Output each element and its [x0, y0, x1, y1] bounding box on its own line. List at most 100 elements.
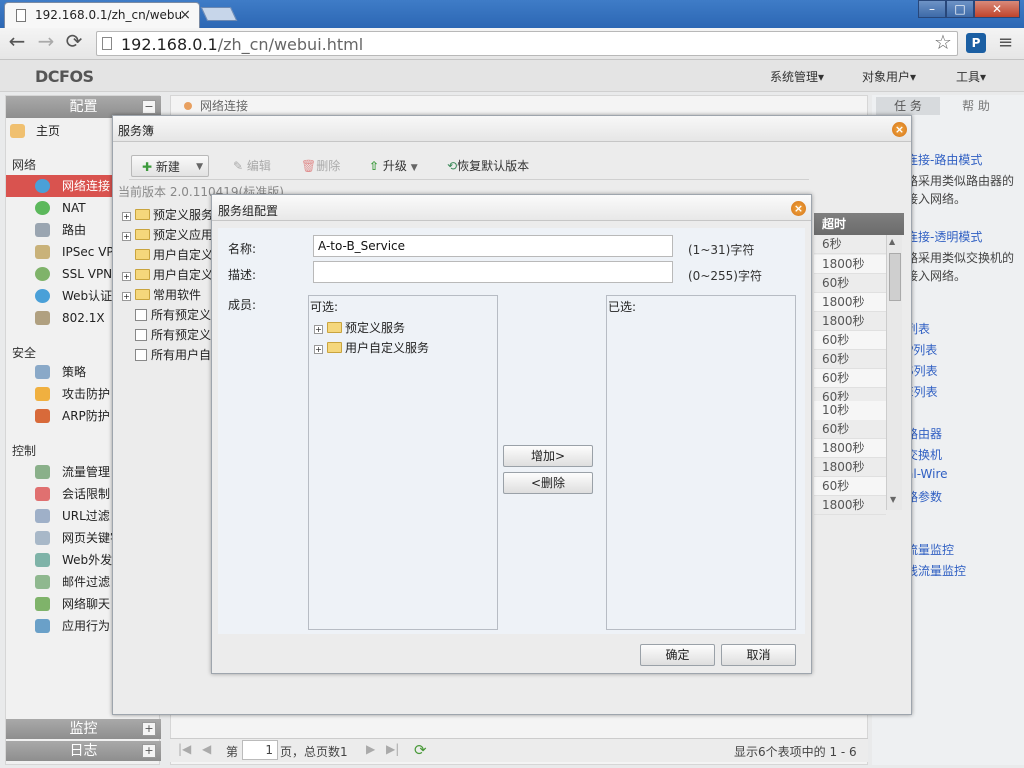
delete-label: 删除: [316, 159, 341, 173]
task-link[interactable]: 线流量监控: [906, 562, 966, 579]
first-page-icon[interactable]: |◀: [178, 742, 191, 756]
breadcrumb-dot-icon: [184, 102, 192, 110]
tab-help[interactable]: 帮 助: [944, 97, 1008, 115]
expand-icon[interactable]: +: [314, 325, 323, 334]
service-tree-item-label: 用户自定义: [153, 248, 214, 262]
browser-tab[interactable]: 192.168.0.1/zh_cn/webu ×: [4, 2, 200, 28]
tab-tasks[interactable]: 任 务: [876, 97, 940, 115]
expand-monitor-icon[interactable]: +: [142, 722, 156, 736]
remove-member-button[interactable]: <删除: [503, 472, 593, 494]
scroll-thumb[interactable]: [889, 253, 901, 301]
ok-button[interactable]: 确定: [640, 644, 715, 666]
task-link[interactable]: al-Wire: [906, 467, 948, 481]
edit-button[interactable]: ✎ 编辑: [233, 155, 271, 177]
new-tab-button[interactable]: [200, 7, 238, 21]
policy-icon: [35, 365, 50, 379]
task-link[interactable]: 连接-路由模式: [906, 151, 982, 168]
collapse-icon[interactable]: −: [142, 100, 156, 114]
route-icon: [35, 223, 50, 237]
session-icon: [35, 487, 50, 501]
service-tree-item[interactable]: + 预定义服务: [122, 205, 213, 225]
service-book-close-icon[interactable]: ×: [892, 122, 907, 137]
restore-label: 恢复默认版本: [457, 159, 530, 173]
task-link[interactable]: 连接-透明模式: [906, 228, 982, 245]
available-item-predefined[interactable]: + 预定义服务: [314, 318, 405, 338]
menu-tools[interactable]: 工具▾: [956, 68, 986, 85]
list-doc-icon: [135, 349, 147, 361]
folder-icon: [327, 322, 342, 333]
available-list[interactable]: 可选: + 预定义服务 + 用户自定义服务: [308, 295, 498, 630]
expand-log-icon[interactable]: +: [142, 744, 156, 758]
scroll-down-icon[interactable]: ▼: [890, 495, 896, 504]
name-input[interactable]: [313, 235, 673, 257]
page-number-input[interactable]: 1: [242, 740, 278, 760]
description-input[interactable]: [313, 261, 673, 283]
pager-summary: 显示6个表项中的 1 - 6: [734, 745, 857, 759]
table-cell: 10秒: [814, 401, 886, 420]
service-tree-item[interactable]: 所有预定义: [122, 305, 211, 325]
pager-bar: |◀ ◀ 第 1 页，总页数1 ▶ ▶| ⟳ 显示6个表项中的 1 - 6: [170, 738, 868, 762]
menu-system-management[interactable]: 系统管理▾: [770, 68, 824, 85]
maximize-button[interactable]: □: [946, 0, 974, 18]
table-cell: 60秒: [814, 420, 886, 439]
available-item-user-defined[interactable]: + 用户自定义服务: [314, 338, 429, 358]
expand-icon[interactable]: +: [314, 345, 323, 354]
expand-icon[interactable]: +: [122, 212, 131, 221]
service-tree-item[interactable]: 所有用户自: [122, 345, 211, 365]
new-button[interactable]: ✚ 新建 ▼: [131, 155, 209, 177]
8021x-icon: [35, 311, 50, 325]
page-suffix: 页，总页数1: [280, 745, 348, 759]
back-icon[interactable]: ←: [5, 30, 29, 54]
delete-button[interactable]: 🗑删除: [301, 155, 340, 177]
log-section-header[interactable]: 日志: [6, 741, 161, 761]
table-cell: 1800秒: [814, 312, 886, 331]
service-tree-item-label: 预定义应用: [153, 228, 214, 242]
service-tree-item[interactable]: + 常用软件: [122, 285, 201, 305]
bookmark-star-icon[interactable]: ☆: [934, 30, 952, 54]
grid-scrollbar[interactable]: ▲ ▼: [886, 235, 902, 510]
available-item-label: 用户自定义服务: [345, 341, 430, 355]
tab-title: 192.168.0.1/zh_cn/webu: [35, 8, 183, 22]
expand-icon[interactable]: +: [122, 272, 131, 281]
tab-close-icon[interactable]: ×: [179, 7, 191, 23]
selected-list[interactable]: 已选:: [606, 295, 796, 630]
restore-default-button[interactable]: ⟲恢复默认版本: [447, 155, 529, 177]
monitor-section-header[interactable]: 监控: [6, 719, 161, 739]
reload-icon[interactable]: ⟳: [62, 30, 86, 54]
breadcrumb: 网络连接: [184, 97, 248, 114]
arrow-up-icon: ⇧: [369, 159, 380, 173]
browser-menu-icon[interactable]: ≡: [998, 32, 1013, 53]
task-description: 接入网络。: [906, 192, 967, 206]
expand-icon[interactable]: +: [122, 292, 131, 301]
next-page-icon[interactable]: ▶: [366, 742, 375, 756]
window-close-button[interactable]: ✕: [974, 0, 1020, 18]
available-label: 可选:: [310, 300, 339, 314]
last-page-icon[interactable]: ▶|: [386, 742, 399, 756]
timeout-column-header[interactable]: 超时: [814, 213, 904, 235]
service-tree-item[interactable]: 所有预定义: [122, 325, 211, 345]
table-cell: 1800秒: [814, 458, 886, 477]
app-logo: DCFOS: [35, 67, 94, 86]
chevron-down-icon: ▼: [196, 162, 203, 172]
minimize-button[interactable]: –: [918, 0, 946, 18]
refresh-icon[interactable]: ⟳: [414, 741, 427, 759]
menu-object-user[interactable]: 对象用户▾: [862, 68, 916, 85]
service-tree-item[interactable]: +用户自定义: [122, 265, 213, 285]
add-member-button[interactable]: 增加>: [503, 445, 593, 467]
upgrade-button[interactable]: ⇧ 升级 ▼: [369, 155, 418, 177]
service-group-close-icon[interactable]: ×: [791, 201, 806, 216]
service-tree-item-label: 所有预定义: [151, 328, 212, 342]
forward-icon[interactable]: →: [34, 30, 58, 54]
folder-icon: [135, 249, 150, 260]
cancel-button[interactable]: 取消: [721, 644, 796, 666]
url-host: 192.168.0.1: [121, 35, 218, 54]
address-bar[interactable]: 192.168.0.1/zh_cn/webui.html: [96, 31, 958, 56]
service-tree-item[interactable]: +用户自定义: [122, 245, 213, 265]
scroll-up-icon[interactable]: ▲: [889, 237, 899, 246]
expand-icon[interactable]: +: [122, 232, 131, 241]
prev-page-icon[interactable]: ◀: [202, 742, 211, 756]
extension-icon[interactable]: P: [966, 33, 986, 53]
table-cell: 60秒: [814, 274, 886, 293]
service-tree-item[interactable]: + 预定义应用: [122, 225, 213, 245]
task-link[interactable]: 流量监控: [906, 541, 954, 558]
